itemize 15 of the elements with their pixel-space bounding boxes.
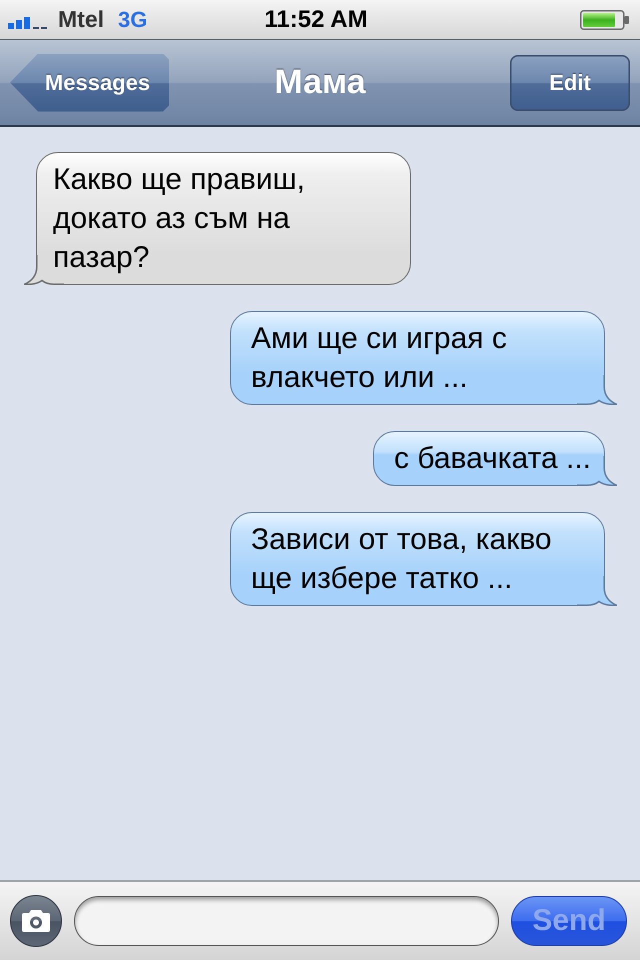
battery-icon xyxy=(580,10,630,30)
camera-icon xyxy=(22,910,50,932)
back-button[interactable]: Messages xyxy=(10,54,169,112)
message-text: с бавачката ... xyxy=(394,441,591,477)
conversation-title: Мама xyxy=(274,63,366,102)
carrier-name: Mtel xyxy=(58,6,104,33)
status-time: 11:52 AM xyxy=(264,6,368,34)
message-text: Зависи от това, какво ще избере татко ... xyxy=(251,522,553,597)
camera-button[interactable] xyxy=(10,895,62,947)
message-input-field[interactable] xyxy=(74,896,499,946)
message-text: Ами ще си играя с влакчето или ... xyxy=(251,321,508,396)
network-type: 3G xyxy=(118,6,148,32)
signal-bars-icon xyxy=(8,14,48,28)
message-text: Какво ще правиш, докато аз съм на пазар? xyxy=(53,162,306,276)
edit-button[interactable]: Edit xyxy=(510,54,630,110)
